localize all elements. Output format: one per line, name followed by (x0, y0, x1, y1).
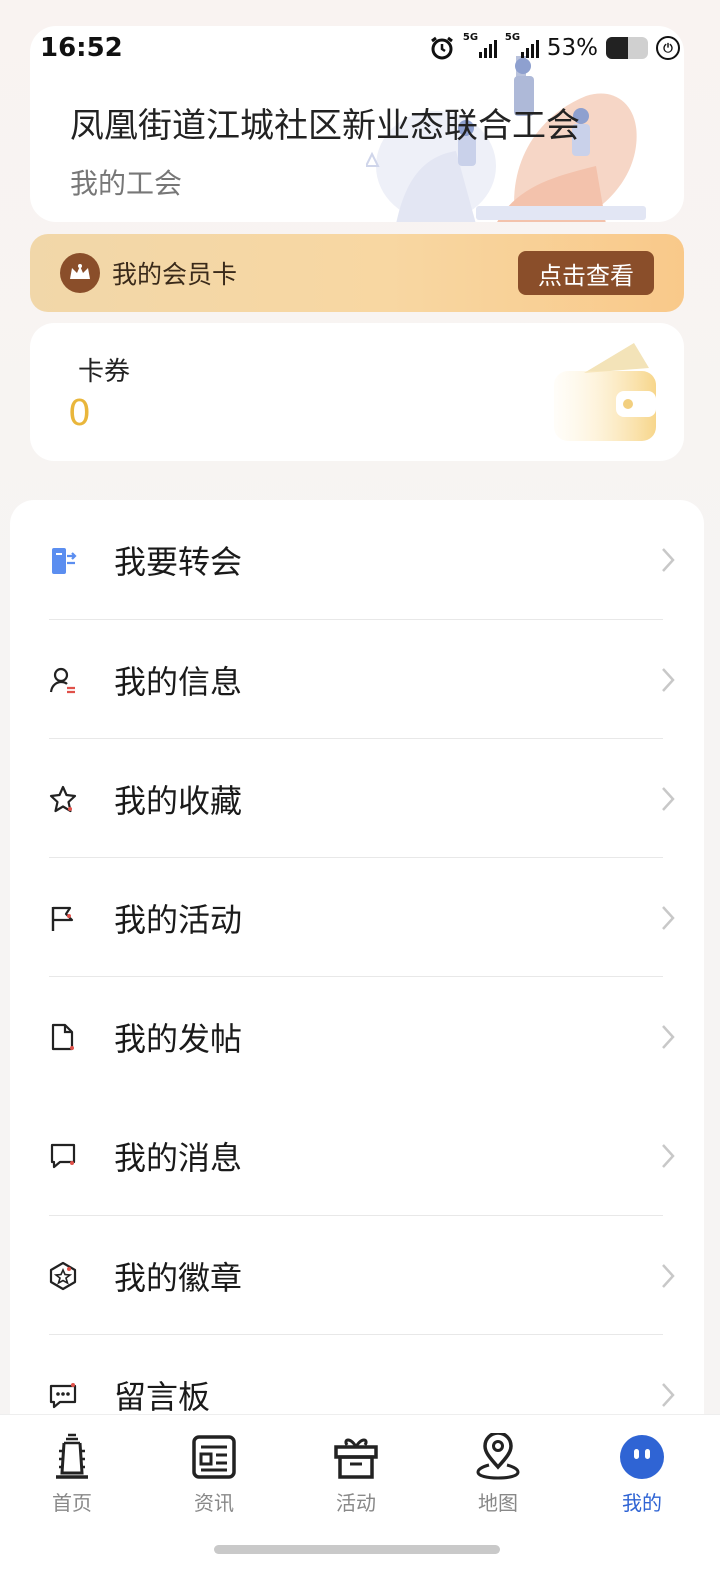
chevron-right-icon (662, 1382, 675, 1407)
home-tower-icon (56, 1433, 88, 1479)
menu-list: 我要转会 我的信息 我的收藏 我的活动 我的发帖 我的消息 我的徽章 留言板 (10, 500, 704, 1500)
chevron-right-icon (662, 905, 675, 930)
chevron-right-icon (662, 1263, 675, 1288)
nav-home[interactable]: 首页 (22, 1433, 122, 1533)
user-info-icon (49, 667, 75, 693)
signal-icon-1: 5G (463, 32, 497, 58)
chevron-right-icon (662, 786, 675, 811)
star-icon (49, 785, 77, 812)
union-name: 凤凰街道江城社区新业态联合工会 (70, 106, 580, 146)
transfer-door-icon (52, 547, 77, 574)
coupon-label: 卡券 (78, 357, 131, 387)
message-icon (50, 1143, 76, 1168)
comment-board-icon (49, 1382, 77, 1408)
wallet-icon (554, 343, 656, 441)
menu-item-favorites[interactable]: 我的收藏 (10, 739, 704, 858)
battery-percent: 53% (546, 35, 598, 61)
flag-icon (51, 906, 74, 931)
nav-news[interactable]: 资讯 (164, 1433, 264, 1533)
union-subtitle: 我的工会 (70, 167, 183, 200)
badge-icon (49, 1261, 77, 1290)
profile-face-icon (620, 1435, 664, 1479)
gift-icon (334, 1438, 378, 1479)
status-time: 16:52 (40, 33, 123, 63)
nav-activities[interactable]: 活动 (306, 1433, 406, 1533)
signal-icon-2: 5G (505, 32, 539, 58)
crown-icon (60, 253, 100, 293)
map-pin-icon (476, 1433, 520, 1480)
menu-item-messages[interactable]: 我的消息 (10, 1096, 704, 1215)
alarm-icon (430, 36, 453, 60)
battery-icon (606, 37, 648, 59)
menu-item-posts[interactable]: 我的发帖 (10, 977, 704, 1096)
nav-profile[interactable]: 我的 (592, 1433, 692, 1533)
menu-item-transfer[interactable]: 我要转会 (10, 500, 704, 619)
nav-map[interactable]: 地图 (448, 1433, 548, 1533)
menu-item-my-info[interactable]: 我的信息 (10, 620, 704, 739)
view-member-card-button[interactable]: 点击查看 (518, 251, 654, 295)
chevron-right-icon (662, 1143, 675, 1168)
menu-item-activities[interactable]: 我的活动 (10, 858, 704, 977)
chevron-right-icon (662, 667, 675, 692)
home-indicator[interactable] (214, 1545, 500, 1554)
coupon-card[interactable]: 卡券 0 (30, 323, 684, 461)
bottom-nav: 首页 资讯 活动 地图 我的 (0, 1414, 720, 1584)
my-page: 凤凰街道江城社区新业态联合工会 我的工会 16:52 5G 5G 53% ⏻ 我… (0, 0, 720, 1584)
chevron-right-icon (662, 547, 675, 572)
document-icon (51, 1023, 74, 1050)
member-card-label: 我的会员卡 (112, 260, 238, 289)
status-bar: 16:52 5G 5G 53% ⏻ (40, 28, 680, 68)
menu-item-badges[interactable]: 我的徽章 (10, 1216, 704, 1335)
status-icons: 5G 5G 53% ⏻ (429, 32, 680, 61)
coupon-count: 0 (68, 393, 91, 434)
chevron-right-icon (662, 1024, 675, 1049)
member-card-bar[interactable]: 我的会员卡 点击查看 (30, 234, 684, 312)
charging-icon: ⏻ (656, 36, 680, 60)
news-icon (192, 1435, 236, 1479)
